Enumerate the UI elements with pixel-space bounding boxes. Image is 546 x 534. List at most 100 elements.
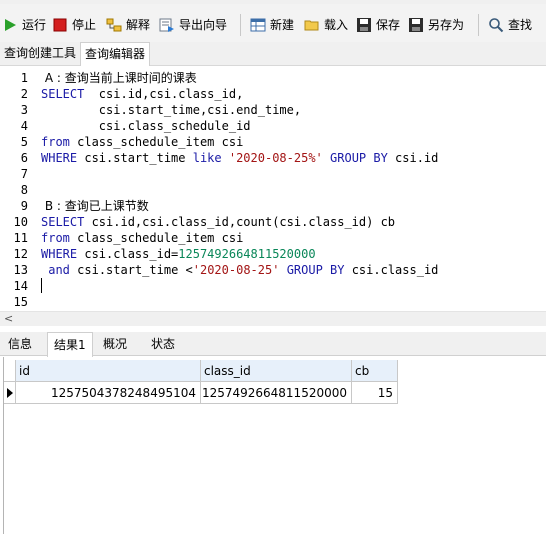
column-header-cb[interactable]: cb: [352, 360, 398, 382]
toolbar: 运行 停止 解释 导出向导 新建 载入 保存 另存为 查找: [0, 4, 546, 42]
save-button[interactable]: 保存: [356, 15, 400, 35]
run-button[interactable]: 运行: [2, 15, 46, 35]
code-line[interactable]: 7: [0, 166, 546, 182]
line-number: 11: [13, 231, 28, 245]
tab-result1[interactable]: 结果1: [47, 332, 93, 357]
code-token: WHERE: [41, 247, 78, 261]
magnifier-icon: [488, 17, 504, 33]
line-number: 1: [20, 71, 28, 85]
code-token: from: [41, 231, 70, 245]
line-number: 2: [20, 87, 28, 101]
code-token: GROUP BY: [330, 151, 388, 165]
tab-info[interactable]: 信息: [2, 332, 38, 356]
code-token: '2020-08-25%': [228, 151, 323, 165]
column-header-id[interactable]: id: [16, 360, 201, 382]
horizontal-scrollbar[interactable]: <: [0, 311, 546, 326]
code-line[interactable]: 11 from class_schedule_item csi: [0, 230, 546, 246]
new-label: 新建: [270, 18, 295, 32]
tab-query-editor[interactable]: 查询编辑器: [80, 42, 151, 67]
stop-icon: [52, 17, 68, 33]
code-token: SELECT: [41, 215, 85, 229]
export-wizard-label: 导出向导: [179, 18, 228, 32]
explain-button[interactable]: 解释: [106, 15, 150, 35]
row-indicator-header: [4, 360, 16, 382]
row-indicator[interactable]: [4, 382, 16, 404]
text-caret: [41, 278, 42, 293]
run-label: 运行: [22, 18, 47, 32]
code-token: from: [41, 135, 70, 149]
line-number: 5: [20, 135, 28, 149]
code-line[interactable]: 2 SELECT csi.id,csi.class_id,: [0, 86, 546, 102]
code-token: class_schedule_item csi: [69, 231, 244, 245]
save-as-button[interactable]: 另存为: [408, 15, 464, 35]
stop-button[interactable]: 停止: [52, 15, 96, 35]
code-token: like: [192, 151, 222, 165]
new-table-icon: [250, 17, 266, 33]
save-label: 保存: [376, 18, 401, 32]
code-line[interactable]: 4 csi.class_schedule_id: [0, 118, 546, 134]
save-icon: [356, 17, 372, 33]
code-token: csi.start_time: [77, 151, 193, 165]
load-button[interactable]: 载入: [304, 15, 348, 35]
code-token: B : 查询已上课节数: [41, 199, 149, 213]
code-text: from class_schedule_item csi: [41, 134, 243, 150]
code-token: WHERE: [41, 151, 78, 165]
find-label: 查找: [508, 18, 533, 32]
export-wizard-button[interactable]: 导出向导: [159, 15, 227, 35]
scroll-left-icon[interactable]: <: [4, 312, 13, 326]
code-line[interactable]: 10 SELECT csi.id,csi.class_id,count(csi.c…: [0, 214, 546, 230]
code-text: SELECT csi.id,csi.class_id,count(csi.cla…: [41, 214, 395, 230]
export-icon: [159, 17, 175, 33]
line-number: 3: [20, 103, 28, 117]
code-token: '2020-08-25': [192, 263, 280, 277]
line-number: 12: [13, 247, 28, 261]
code-text: csi.start_time,csi.end_time,: [41, 102, 301, 118]
code-line[interactable]: 6 WHERE csi.start_time like '2020-08-25%'…: [0, 150, 546, 166]
code-line[interactable]: 15: [0, 294, 546, 310]
column-header-class-id[interactable]: class_id: [201, 360, 352, 382]
code-text: B : 查询已上课节数: [41, 198, 149, 214]
folder-icon: [304, 17, 320, 33]
save-as-label: 另存为: [428, 18, 465, 32]
tab-query-builder[interactable]: 查询创建工具: [0, 42, 80, 66]
table-cell-id[interactable]: 1257504378248495104: [16, 382, 201, 404]
result-grid[interactable]: id class_id cb 1257504378248495104 12574…: [0, 357, 546, 534]
line-number: 8: [20, 183, 28, 197]
line-number: 14: [13, 279, 28, 293]
code-line[interactable]: 14: [0, 278, 546, 294]
code-token: 1257492664811520000: [178, 247, 316, 261]
code-line[interactable]: 12 WHERE csi.class_id=1257492664811520000: [0, 246, 546, 262]
code-token: csi.start_time,csi.end_time,: [41, 103, 302, 117]
code-line[interactable]: 5 from class_schedule_item csi: [0, 134, 546, 150]
code-line[interactable]: 8: [0, 182, 546, 198]
editor-tab-bar: 查询创建工具 查询编辑器: [0, 42, 546, 67]
code-line[interactable]: 9 B : 查询已上课节数: [0, 198, 546, 214]
explain-icon: [106, 17, 122, 33]
code-line[interactable]: 1 A : 查询当前上课时间的课表: [0, 70, 546, 86]
code-line[interactable]: 3 csi.start_time,csi.end_time,: [0, 102, 546, 118]
table-cell-cb[interactable]: 15: [352, 382, 398, 404]
code-text: from class_schedule_item csi: [41, 230, 243, 246]
new-button[interactable]: 新建: [250, 15, 294, 35]
toolbar-separator: [240, 14, 241, 36]
code-line[interactable]: 13 and csi.start_time <'2020-08-25' GROU…: [0, 262, 546, 278]
code-text: A : 查询当前上课时间的课表: [41, 70, 197, 86]
tab-profile[interactable]: 概况: [97, 332, 133, 356]
explain-label: 解释: [126, 18, 151, 32]
line-number: 10: [13, 215, 28, 229]
code-token: csi.class_id: [344, 263, 439, 277]
tab-status[interactable]: 状态: [145, 332, 181, 356]
code-token: csi.id: [387, 151, 439, 165]
line-number: 9: [20, 199, 28, 213]
stop-label: 停止: [72, 18, 97, 32]
find-button[interactable]: 查找: [488, 15, 532, 35]
sql-editor[interactable]: 1 A : 查询当前上课时间的课表 2 SELECT csi.id,csi.clas…: [0, 66, 546, 310]
code-text: WHERE csi.class_id=1257492664811520000: [41, 246, 316, 262]
toolbar-separator: [478, 14, 479, 36]
code-token: GROUP BY: [286, 263, 345, 277]
table-cell-class-id[interactable]: 1257492664811520000: [201, 382, 352, 404]
result-tab-bar: 信息 结果1 概况 状态: [0, 332, 546, 357]
